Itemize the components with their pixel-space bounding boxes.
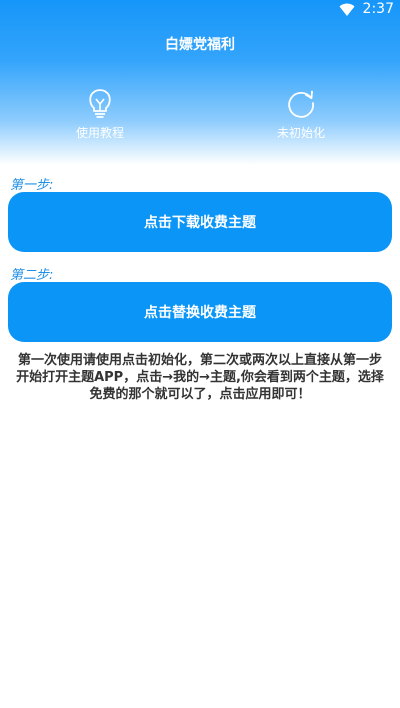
refresh-icon [288, 90, 315, 118]
tutorial-shortcut[interactable]: 使用教程 [45, 86, 155, 141]
lightbulb-icon [89, 89, 111, 118]
tutorial-label: 使用教程 [75, 126, 124, 140]
init-label: 未初始化 [276, 126, 325, 140]
replace-theme-button[interactable]: 点击替换收费主题 [8, 282, 392, 342]
status-time: 2:37 [362, 1, 394, 17]
init-shortcut[interactable]: 未初始化 [246, 86, 356, 141]
app-title: 白嫖党福利 [165, 37, 235, 53]
wifi-icon [339, 3, 355, 16]
status-bar: 2:37 [0, 0, 400, 20]
download-theme-button[interactable]: 点击下载收费主题 [8, 192, 392, 252]
instructions-text: 第一次使用请使用点击初始化，第二次或两次以上直接从第一步开始打开主题APP，点击… [16, 353, 384, 402]
step-one-label: 第一步: [10, 178, 54, 193]
step-two-label: 第二步: [10, 268, 54, 283]
